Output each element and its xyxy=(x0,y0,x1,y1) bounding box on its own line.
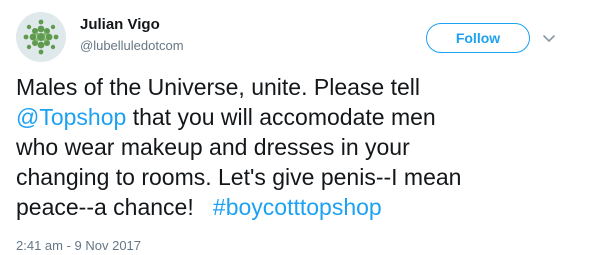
avatar-image xyxy=(16,12,66,62)
tweet-line: peace--a chance! #boycotttopshop xyxy=(16,192,586,222)
tweet-card: Julian Vigo @lubelluledotcom Follow Male… xyxy=(0,0,600,255)
tweet-timestamp[interactable]: 2:41 am - 9 Nov 2017 xyxy=(16,238,141,253)
tweet-text: Males of the Universe, unite. Please tel… xyxy=(16,72,586,222)
avatar[interactable] xyxy=(16,12,66,62)
tweet-line-text: that you will accomodate men xyxy=(126,104,436,130)
follow-button[interactable]: Follow xyxy=(426,23,530,53)
hashtag-link[interactable]: #boycotttopshop xyxy=(213,194,382,220)
tweet-line: @Topshop that you will accomodate men xyxy=(16,102,586,132)
mention-link[interactable]: @Topshop xyxy=(16,104,126,130)
tweet-line: Males of the Universe, unite. Please tel… xyxy=(16,74,420,100)
user-handle[interactable]: @lubelluledotcom xyxy=(80,38,184,53)
chevron-down-icon[interactable] xyxy=(541,30,557,46)
tweet-line-text: peace--a chance! xyxy=(16,194,213,220)
tweet-line: who wear makeup and dresses in your xyxy=(16,134,410,160)
tweet-line: changing to rooms. Let's give penis--I m… xyxy=(16,164,462,190)
display-name[interactable]: Julian Vigo xyxy=(80,16,160,33)
